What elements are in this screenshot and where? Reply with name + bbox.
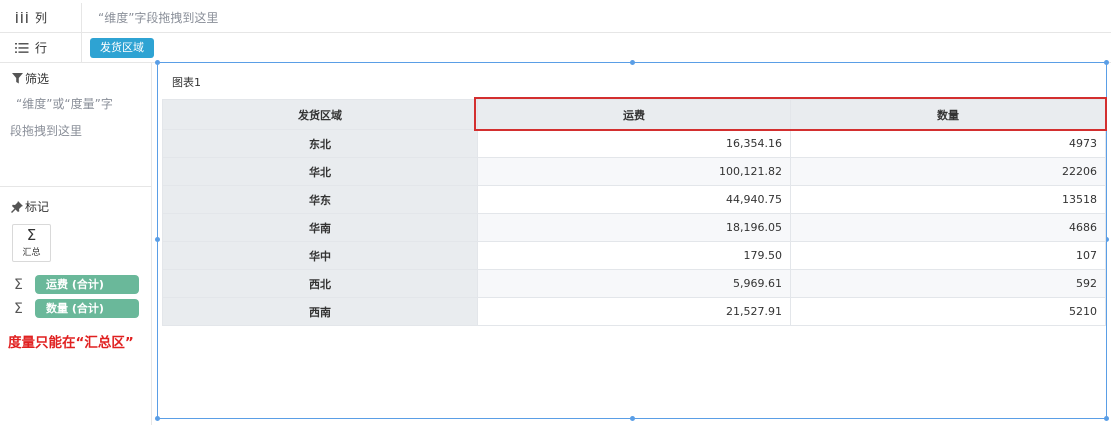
table-header-row: 发货区域 运费 数量 [162, 99, 1106, 130]
region-cell: 华中 [162, 241, 478, 270]
column-header-quantity[interactable]: 数量 [790, 99, 1106, 130]
quantity-cell: 592 [790, 269, 1106, 298]
rows-icon [14, 41, 30, 55]
quantity-cell: 22206 [790, 157, 1106, 186]
region-cell: 东北 [162, 129, 478, 158]
region-cell: 华北 [162, 157, 478, 186]
freight-cell: 21,527.91 [477, 297, 791, 326]
column-drop-zone[interactable]: “维度”字段拖拽到这里 [82, 3, 218, 32]
quantity-cell: 4973 [790, 129, 1106, 158]
table-row: 西南 21,527.91 5210 [162, 297, 1106, 326]
row-shelf: 行 发货区域 [0, 33, 1111, 63]
row-drop-zone[interactable]: 发货区域 [82, 33, 154, 62]
row-shelf-text: 行 [35, 41, 48, 55]
region-cell: 西北 [162, 269, 478, 298]
freight-cell: 179.50 [477, 241, 791, 270]
resize-handle-bl[interactable] [155, 416, 160, 421]
row-field-pill[interactable]: 发货区域 [90, 37, 154, 58]
chart-title: 图表1 [172, 76, 201, 89]
quantity-cell: 107 [790, 241, 1106, 270]
measure-row-quantity: Σ 数量 (合计) [14, 299, 139, 318]
column-shelf: 列 “维度”字段拖拽到这里 [0, 3, 1111, 33]
column-header-freight[interactable]: 运费 [477, 99, 791, 130]
columns-icon [14, 11, 30, 25]
sigma-icon: Σ [14, 276, 23, 293]
freight-cell: 5,969.61 [477, 269, 791, 298]
quantity-cell: 4686 [790, 213, 1106, 242]
resize-handle-t[interactable] [630, 60, 635, 65]
freight-cell: 100,121.82 [477, 157, 791, 186]
filter-section[interactable]: 筛选 “维度”或“度量”字 段拖拽到这里 [0, 63, 152, 187]
quantity-cell: 13518 [790, 185, 1106, 214]
resize-handle-br[interactable] [1104, 416, 1109, 421]
resize-handle-tr[interactable] [1104, 60, 1109, 65]
sigma-icon: Σ [14, 300, 23, 317]
quantity-cell: 5210 [790, 297, 1106, 326]
filter-hint-line2: 段拖拽到这里 [10, 124, 83, 138]
column-drop-placeholder: “维度”字段拖拽到这里 [98, 11, 219, 25]
chart-component[interactable]: 图表1 发货区域 运费 数量 东北 16,354.16 4973 华北 100,… [155, 60, 1109, 421]
region-cell: 华东 [162, 185, 478, 214]
resize-handle-b[interactable] [630, 416, 635, 421]
table-row: 西北 5,969.61 592 [162, 269, 1106, 298]
freight-cell: 16,354.16 [477, 129, 791, 158]
column-header-region[interactable]: 发货区域 [162, 99, 478, 130]
region-cell: 华南 [162, 213, 478, 242]
summary-mark-button[interactable]: Σ 汇总 [12, 224, 51, 262]
measure-pill-freight[interactable]: 运费 (合计) [35, 275, 139, 294]
resize-handle-l[interactable] [155, 237, 160, 242]
row-shelf-label: 行 [0, 33, 82, 62]
resize-handle-tl[interactable] [155, 60, 160, 65]
table-row: 华中 179.50 107 [162, 241, 1106, 270]
measure-row-freight: Σ 运费 (合计) [14, 275, 139, 294]
measure-pill-quantity[interactable]: 数量 (合计) [35, 299, 139, 318]
pin-icon [11, 200, 23, 213]
region-cell: 西南 [162, 297, 478, 326]
filter-title-text: 筛选 [25, 72, 50, 86]
table-row: 华南 18,196.05 4686 [162, 213, 1106, 242]
filter-hint-line1: “维度”或“度量”字 [16, 97, 113, 111]
filter-title: 筛选 [11, 70, 49, 87]
table-row: 华东 44,940.75 13518 [162, 185, 1106, 214]
table-row: 华北 100,121.82 22206 [162, 157, 1106, 186]
freight-cell: 18,196.05 [477, 213, 791, 242]
annotation-note: 度量只能在“汇总区” [8, 335, 134, 351]
left-panel: 筛选 “维度”或“度量”字 段拖拽到这里 标记 Σ 汇总 Σ 运费 (合计) Σ… [0, 63, 152, 425]
marks-title: 标记 [11, 198, 49, 215]
table-row: 东北 16,354.16 4973 [162, 129, 1106, 158]
column-shelf-text: 列 [35, 11, 48, 25]
freight-cell: 44,940.75 [477, 185, 791, 214]
marks-title-text: 标记 [25, 200, 50, 214]
summary-mark-label: 汇总 [22, 248, 41, 258]
funnel-icon [11, 73, 23, 85]
sigma-icon: Σ [26, 226, 37, 244]
data-table: 发货区域 运费 数量 东北 16,354.16 4973 华北 100,121.… [162, 99, 1106, 326]
filter-drop-hint: “维度”或“度量”字 段拖拽到这里 [10, 91, 142, 145]
column-shelf-label: 列 [0, 3, 82, 32]
